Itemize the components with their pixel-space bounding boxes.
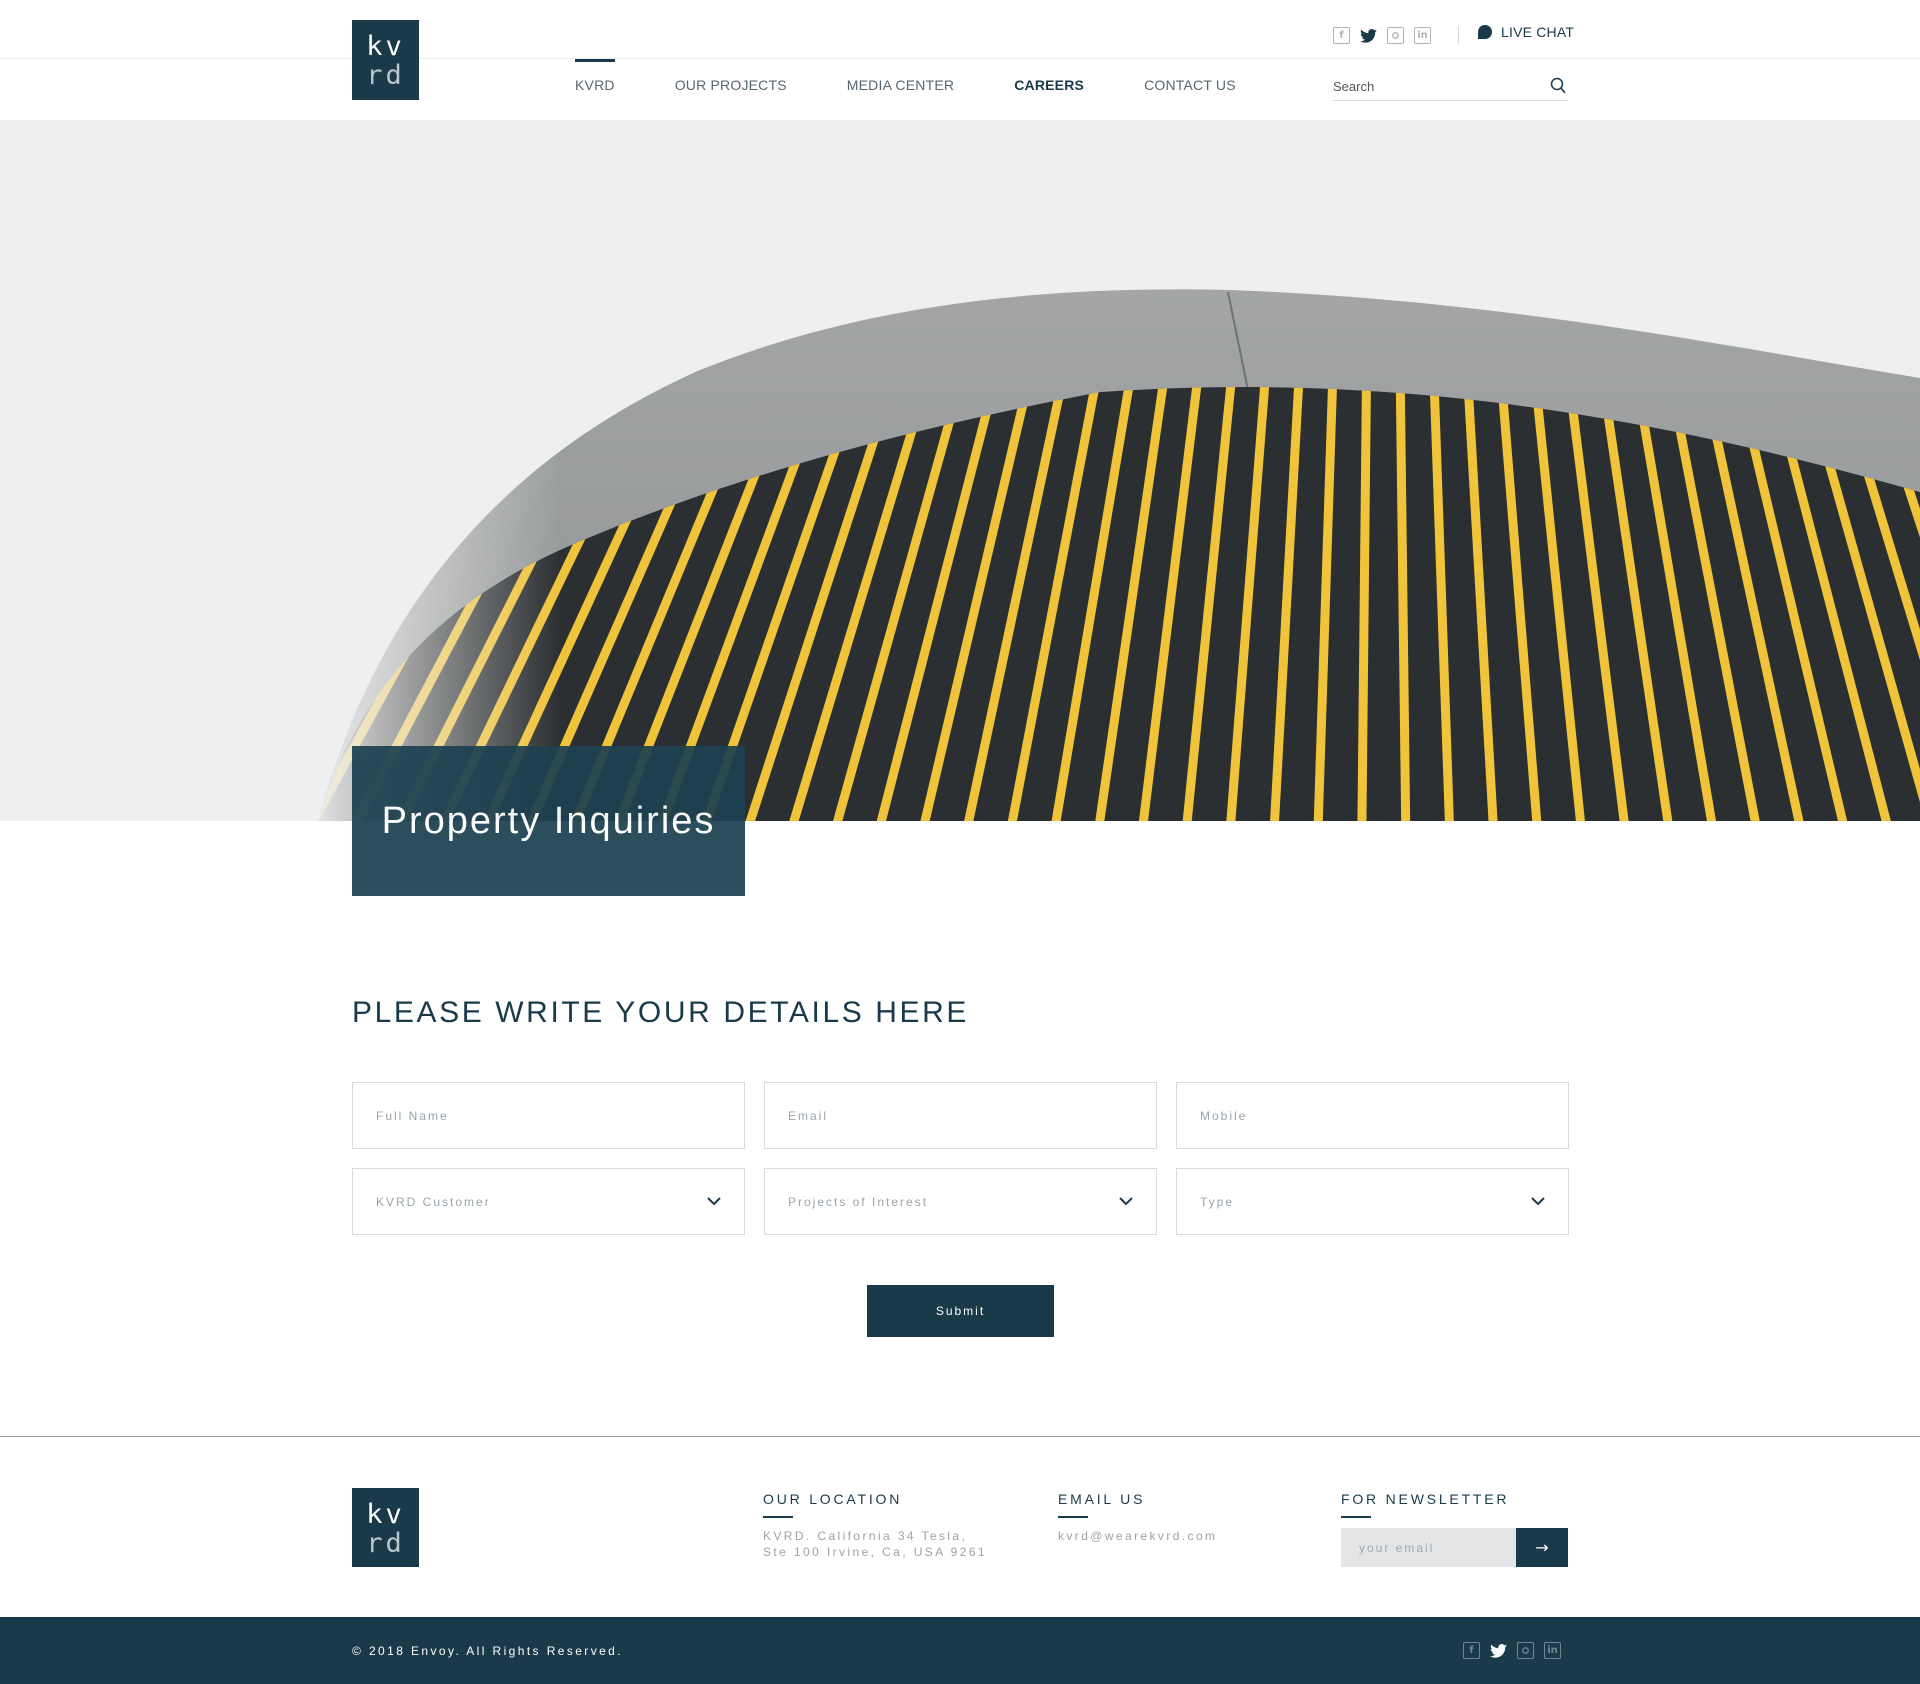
kvrd-customer-select[interactable]: KVRD Customer [352,1168,745,1235]
mobile-field [1176,1082,1569,1149]
header-vertical-divider [1458,26,1459,44]
kvrd-customer-select-label: KVRD Customer [376,1195,491,1209]
page-title: Property Inquiries [381,799,716,842]
facebook-icon[interactable]: f [1463,1642,1480,1659]
chevron-down-icon [1531,1197,1545,1206]
footer-kvrd-logo[interactable]: kv rd [352,1488,419,1567]
nav-item-contact-us[interactable]: CONTACT US [1144,59,1236,111]
footer-bottom-bar: © 2018 Envoy. All Rights Reserved. f in [0,1617,1920,1684]
nav-item-careers[interactable]: CAREERS [1014,59,1084,111]
projects-of-interest-select[interactable]: Projects of Interest [764,1168,1157,1235]
live-chat-button[interactable]: LIVE CHAT [1478,24,1574,40]
instagram-icon[interactable] [1517,1642,1534,1659]
twitter-icon[interactable] [1490,1642,1507,1659]
live-chat-label: LIVE CHAT [1501,24,1575,40]
type-select-label: Type [1200,1195,1235,1209]
header-social-links: f in [1333,27,1431,44]
footer-divider [0,1436,1920,1437]
footer-newsletter: FOR NEWSLETTER [1341,1491,1509,1518]
mobile-input[interactable] [1177,1083,1568,1148]
location-address: KVRD. California 34 Tesla, Ste 100 Irvin… [763,1529,987,1559]
newsletter-submit-arrow-icon[interactable]: → [1516,1528,1568,1567]
chevron-down-icon [1119,1197,1133,1206]
hero-architecture-image [0,120,1920,821]
twitter-icon[interactable] [1360,27,1377,44]
yellow-slat [1357,387,1372,821]
chat-bubble-icon [1478,25,1492,39]
email-field [764,1082,1157,1149]
nav-item-our-projects[interactable]: OUR PROJECTS [675,59,787,111]
nav-item-media-center[interactable]: MEDIA CENTER [847,59,954,111]
nav-item-kvrd[interactable]: KVRD [575,59,615,111]
linkedin-icon[interactable]: in [1544,1642,1561,1659]
form-heading: PLEASE WRITE YOUR DETAILS HERE [352,996,970,1029]
full-name-input[interactable] [353,1083,744,1148]
yellow-slat [1395,387,1411,821]
projects-select-label: Projects of Interest [788,1195,929,1209]
search-box [1333,74,1568,101]
kvrd-logo[interactable]: kv rd [352,20,419,100]
search-input[interactable] [1333,74,1538,98]
email-input[interactable] [765,1083,1156,1148]
newsletter-form: → [1341,1528,1568,1567]
footer-email: EMAIL US kvrd@wearekvrd.com [1058,1491,1217,1544]
location-title: OUR LOCATION [763,1491,903,1507]
instagram-icon[interactable] [1387,27,1404,44]
type-select[interactable]: Type [1176,1168,1569,1235]
footer-social-links: f in [1463,1642,1561,1659]
copyright-text: © 2018 Envoy. All Rights Reserved. [352,1644,623,1658]
email-link[interactable]: kvrd@wearekvrd.com [1058,1528,1217,1544]
full-name-field [352,1082,745,1149]
newsletter-title: FOR NEWSLETTER [1341,1491,1510,1507]
submit-button[interactable]: Submit [867,1285,1054,1337]
site-header: kv rd f in LIVE CHAT KVRD OUR PROJECTS M… [0,0,1920,120]
facebook-icon[interactable]: f [1333,27,1350,44]
chevron-down-icon [707,1197,721,1206]
hero-banner [0,120,1920,821]
linkedin-icon[interactable]: in [1414,27,1431,44]
title-underline [763,1516,793,1518]
hero-title-box: Property Inquiries [352,746,745,896]
footer-location: OUR LOCATION KVRD. California 34 Tesla, … [763,1491,987,1560]
title-underline [1058,1516,1088,1518]
title-underline [1341,1516,1371,1518]
newsletter-email-input[interactable] [1341,1528,1516,1567]
search-icon[interactable] [1550,77,1566,95]
main-nav: KVRD OUR PROJECTS MEDIA CENTER CAREERS C… [575,59,1236,111]
email-title: EMAIL US [1058,1491,1146,1507]
